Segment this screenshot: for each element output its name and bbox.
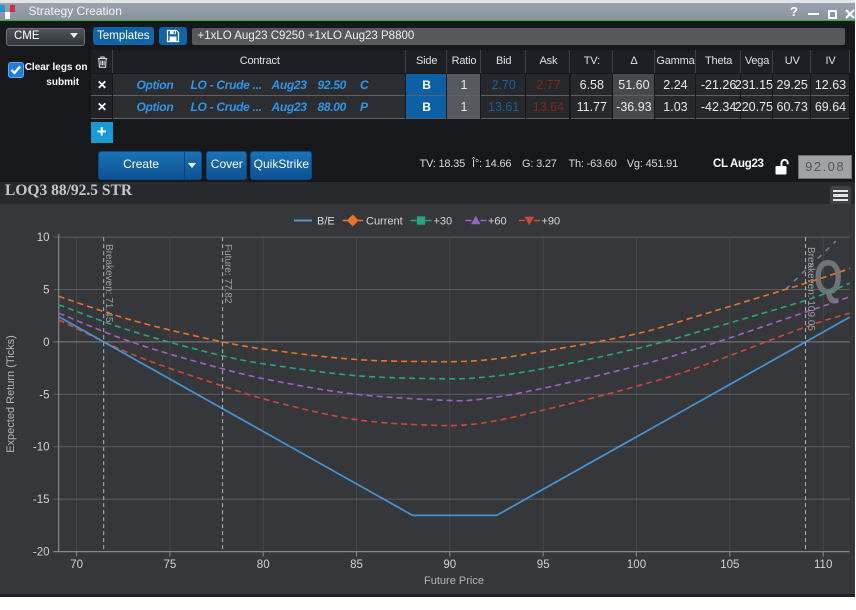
svg-text:+60: +60 xyxy=(488,216,507,228)
svg-text:Future Price: Future Price xyxy=(424,575,484,587)
svg-text:+30: +30 xyxy=(434,216,453,228)
svg-text:85: 85 xyxy=(350,559,363,571)
svg-text:90: 90 xyxy=(443,559,456,571)
svg-text:Q: Q xyxy=(814,251,842,305)
svg-text:-15: -15 xyxy=(33,494,50,506)
svg-text:+90: +90 xyxy=(542,216,561,228)
svg-text:105: 105 xyxy=(720,559,739,571)
svg-text:-10: -10 xyxy=(33,442,50,454)
svg-text:Current: Current xyxy=(366,216,403,228)
svg-text:Expected Return (Ticks): Expected Return (Ticks) xyxy=(5,335,17,453)
svg-text:-20: -20 xyxy=(33,547,50,559)
svg-text:Breakeven: 71.45: Breakeven: 71.45 xyxy=(103,244,114,323)
svg-text:100: 100 xyxy=(627,559,646,571)
svg-text:110: 110 xyxy=(814,559,832,571)
svg-text:95: 95 xyxy=(537,559,550,571)
svg-text:Future: 77.82: Future: 77.82 xyxy=(222,244,233,304)
svg-text:70: 70 xyxy=(70,559,83,571)
svg-text:75: 75 xyxy=(164,559,177,571)
svg-text:Breakeven: 109.05: Breakeven: 109.05 xyxy=(805,247,816,331)
svg-text:B/E: B/E xyxy=(317,216,335,228)
svg-text:5: 5 xyxy=(43,285,49,297)
svg-text:-5: -5 xyxy=(39,389,49,401)
svg-text:10: 10 xyxy=(37,232,50,244)
svg-text:0: 0 xyxy=(43,337,49,349)
svg-text:80: 80 xyxy=(257,559,270,571)
